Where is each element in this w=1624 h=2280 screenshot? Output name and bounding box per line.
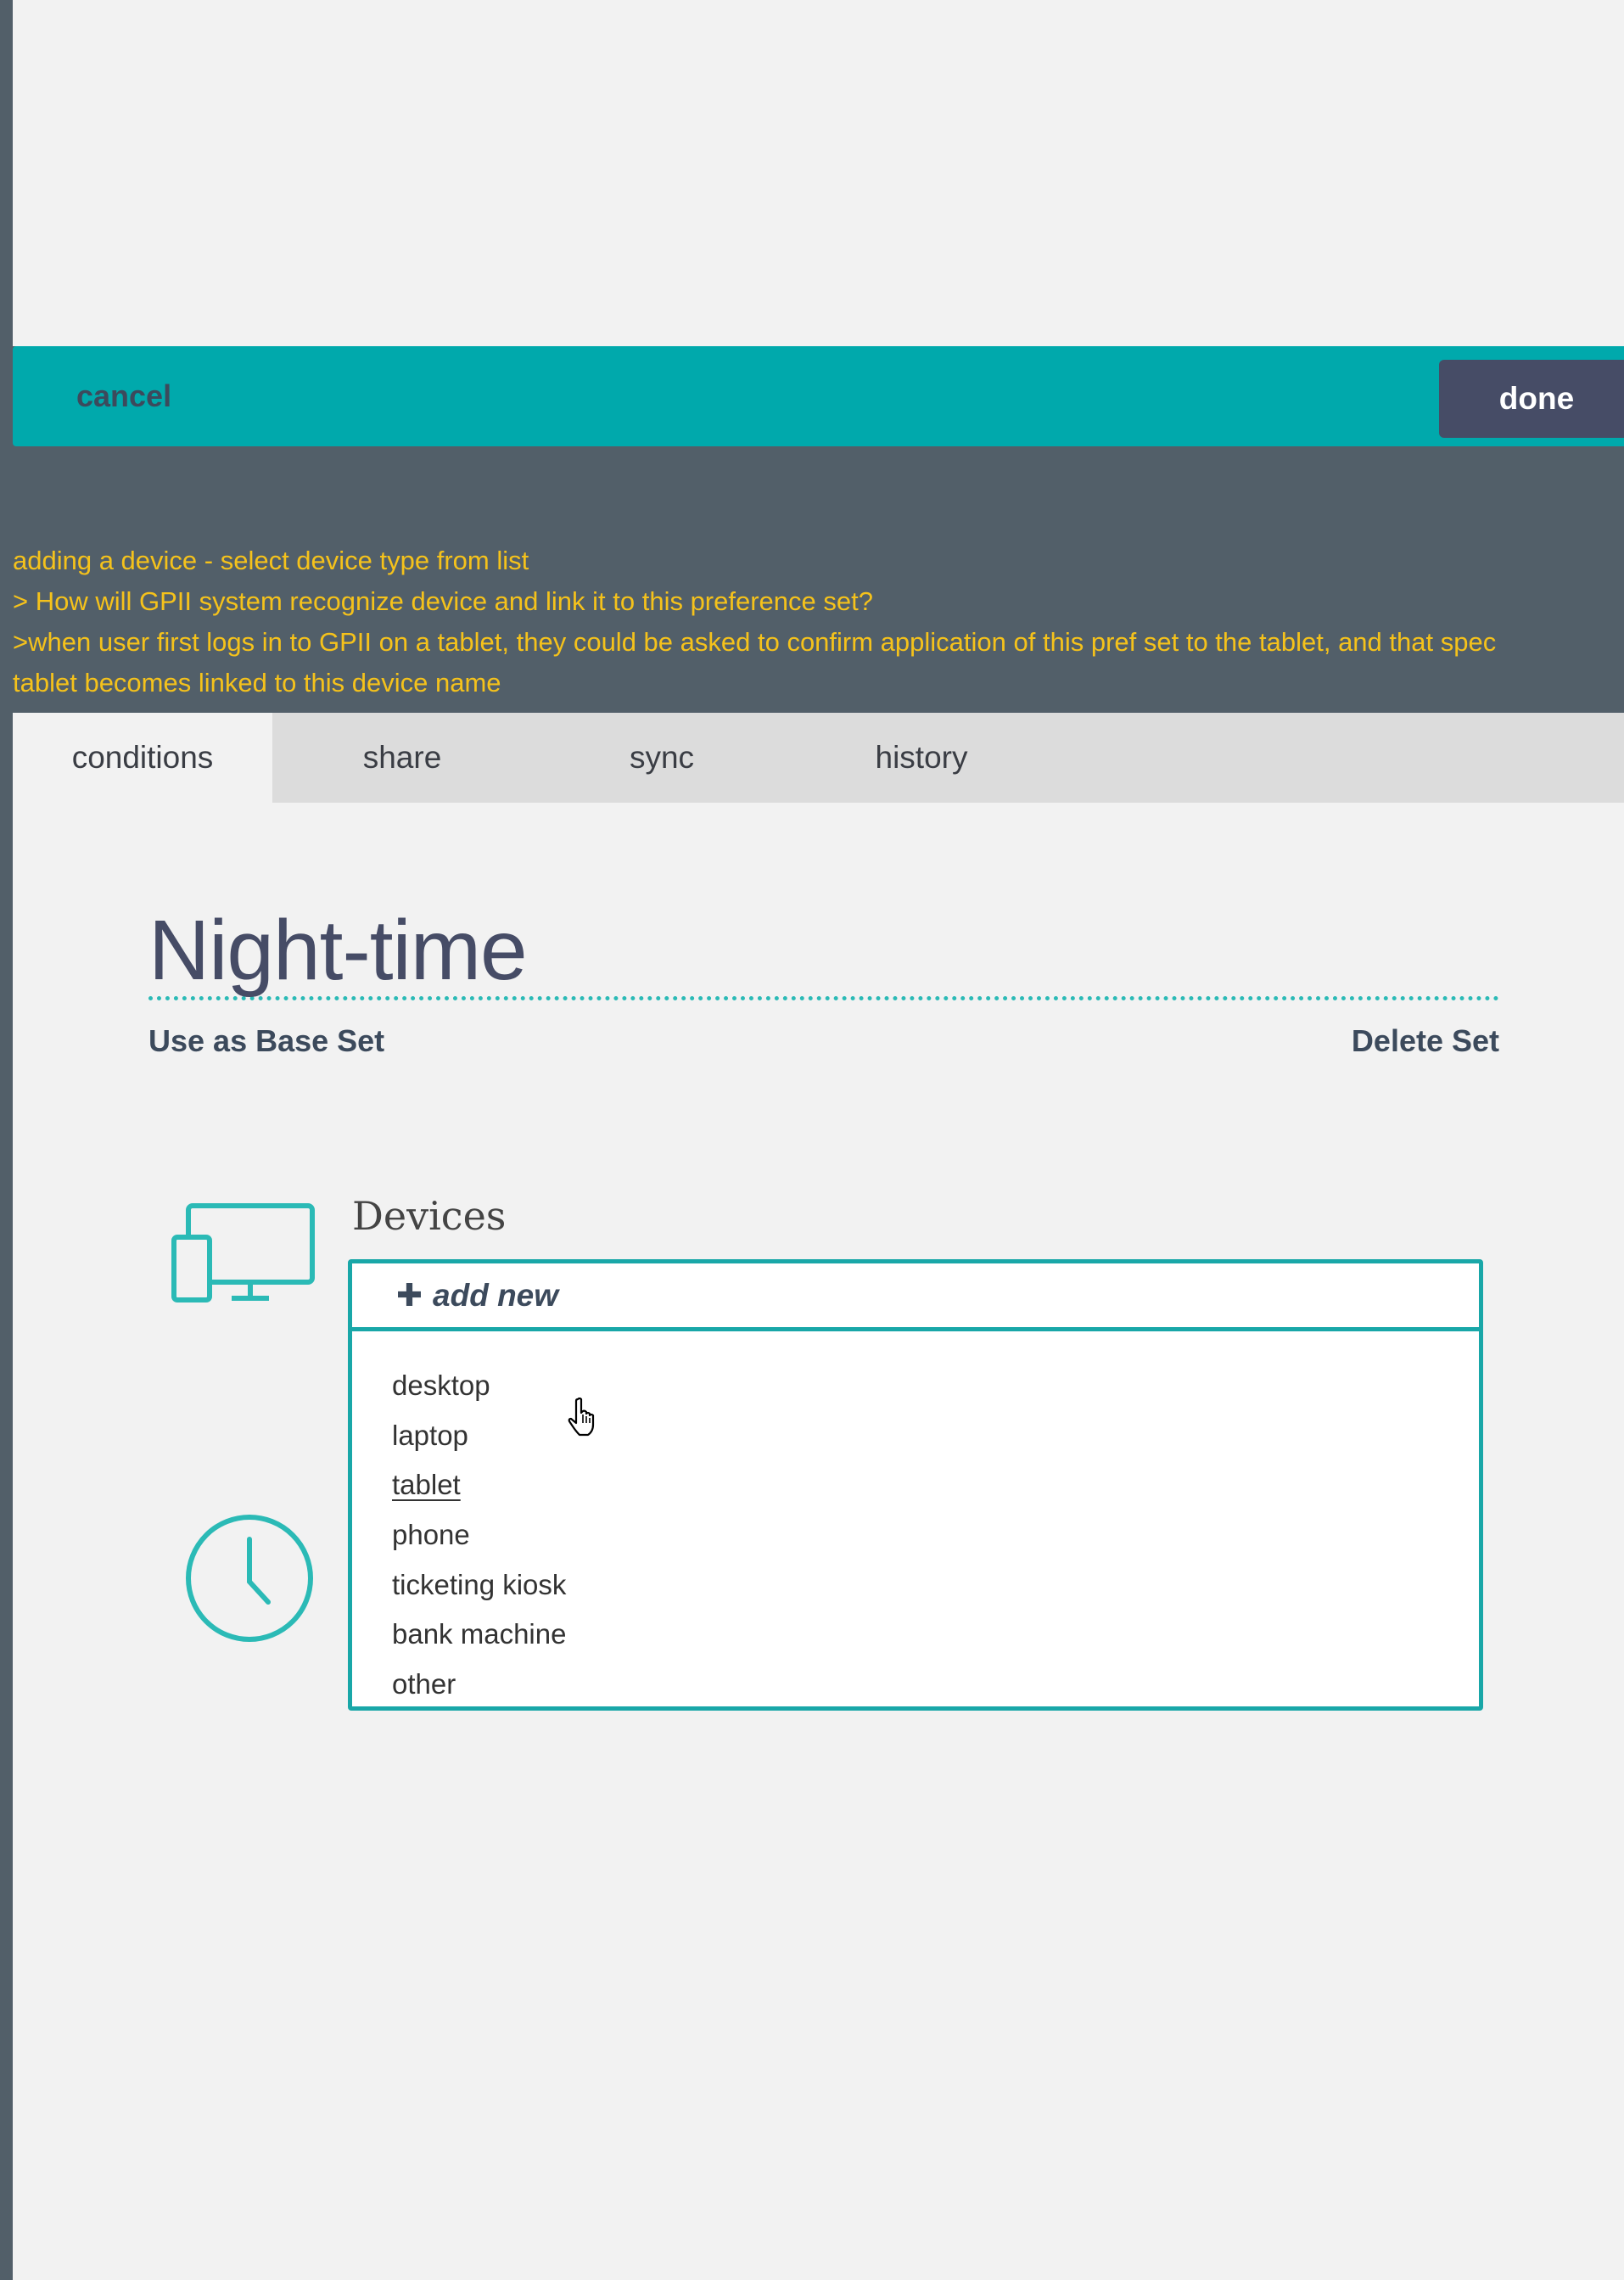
device-option-ticketing-kiosk[interactable]: ticketing kiosk bbox=[392, 1560, 566, 1611]
device-option-other[interactable]: other bbox=[392, 1660, 566, 1710]
conditions-panel: conditions share sync history Night-time… bbox=[13, 713, 1624, 2280]
device-option-laptop[interactable]: laptop bbox=[392, 1411, 566, 1461]
tab-share[interactable]: share bbox=[272, 713, 532, 803]
design-notes: adding a device - select device type fro… bbox=[13, 541, 1624, 710]
option-label: bank machine bbox=[392, 1618, 567, 1650]
devices-icon bbox=[171, 1203, 328, 1309]
device-type-list: desktop laptop tablet phone ticketing ki… bbox=[392, 1361, 566, 1710]
set-title[interactable]: Night-time bbox=[148, 906, 1499, 1000]
plus-icon: ✚ bbox=[396, 1278, 423, 1313]
done-button[interactable]: done bbox=[1439, 360, 1624, 438]
tab-bar: conditions share sync history bbox=[13, 713, 1624, 803]
tab-conditions[interactable]: conditions bbox=[13, 713, 272, 803]
device-type-dropdown: ✚ add new desktop laptop tablet phone ti… bbox=[348, 1259, 1483, 1711]
tab-sync[interactable]: sync bbox=[532, 713, 792, 803]
note-line: tablet becomes linked to this device nam… bbox=[13, 668, 501, 697]
devices-heading: Devices bbox=[352, 1193, 507, 1239]
add-new-device-button[interactable]: ✚ add new bbox=[352, 1263, 1479, 1331]
option-label: tablet bbox=[392, 1469, 461, 1501]
delete-set-link[interactable]: Delete Set bbox=[1352, 1023, 1499, 1059]
device-option-bank-machine[interactable]: bank machine bbox=[392, 1610, 566, 1660]
note-line: >when user first logs in to GPII on a ta… bbox=[13, 627, 1497, 657]
option-label: phone bbox=[392, 1519, 470, 1551]
top-panel bbox=[13, 0, 1624, 346]
option-label: ticketing kiosk bbox=[392, 1568, 567, 1600]
hand-cursor-icon bbox=[566, 1397, 598, 1441]
note-line: adding a device - select device type fro… bbox=[13, 546, 529, 575]
note-line: > How will GPII system recognize device … bbox=[13, 586, 873, 616]
cancel-button[interactable]: cancel bbox=[76, 378, 171, 414]
add-new-label: add new bbox=[433, 1277, 559, 1313]
option-label: other bbox=[392, 1668, 456, 1700]
device-option-desktop[interactable]: desktop bbox=[392, 1361, 566, 1411]
option-label: laptop bbox=[392, 1419, 468, 1451]
use-as-base-set-link[interactable]: Use as Base Set bbox=[148, 1023, 384, 1059]
tab-history[interactable]: history bbox=[792, 713, 1051, 803]
option-label: desktop bbox=[392, 1370, 490, 1401]
clock-icon bbox=[185, 1514, 314, 1647]
device-option-tablet[interactable]: tablet bbox=[392, 1460, 566, 1510]
device-option-phone[interactable]: phone bbox=[392, 1510, 566, 1560]
action-bar: cancel done bbox=[13, 346, 1624, 446]
